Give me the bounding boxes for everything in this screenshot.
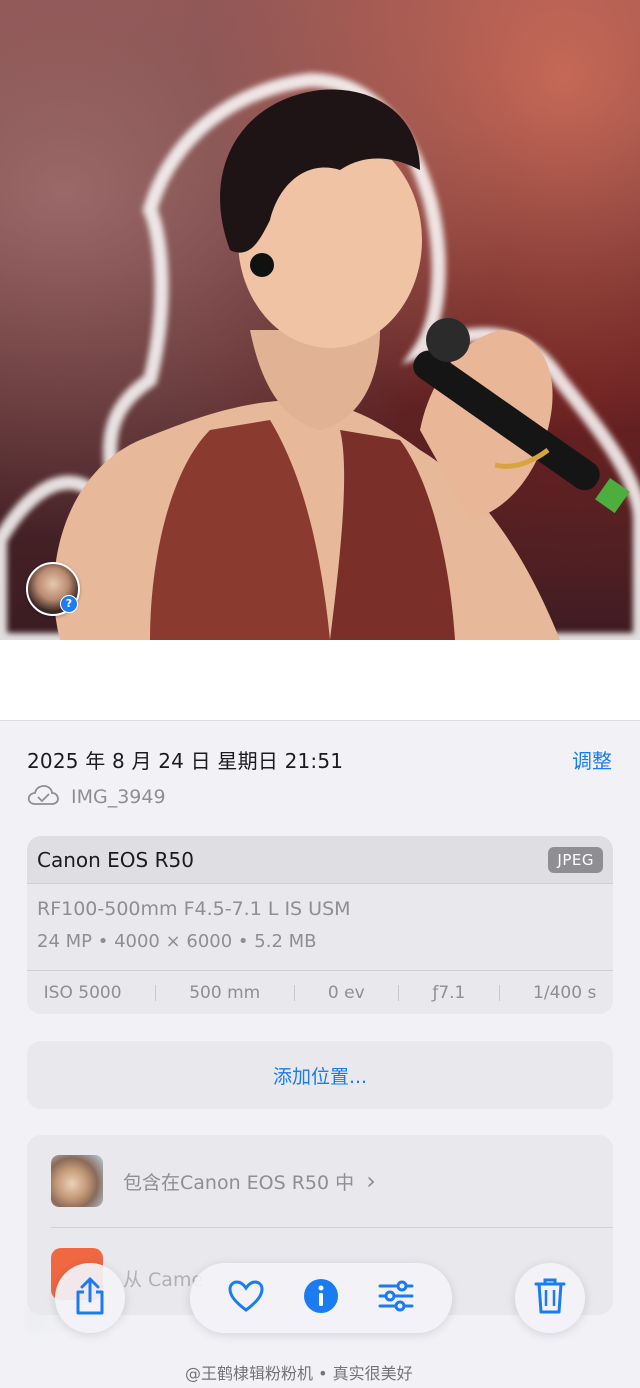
camera-header: Canon EOS R50 JPEG — [27, 836, 613, 884]
camera-name: Canon EOS R50 — [37, 847, 194, 872]
share-icon — [73, 1277, 107, 1319]
photo[interactable]: ? — [0, 0, 640, 640]
icloud-icon — [27, 784, 59, 811]
delete-button[interactable] — [515, 1263, 585, 1333]
camera-info-card: Canon EOS R50 JPEG RF100-500mm F4.5-7.1 … — [27, 836, 613, 1014]
trash-icon — [534, 1277, 566, 1319]
lens-name: RF100-500mm F4.5-7.1 L IS USM — [37, 898, 351, 920]
format-badge: JPEG — [548, 846, 603, 873]
image-specs: 24 MP • 4000 × 6000 • 5.2 MB — [37, 931, 317, 952]
exif-focal: 500 mm — [189, 983, 261, 1003]
info-button[interactable] — [297, 1274, 345, 1322]
toolbar-group — [190, 1263, 452, 1333]
exif-iso: ISO 5000 — [43, 983, 122, 1003]
divider — [154, 985, 156, 1001]
divider — [397, 985, 399, 1001]
chevron-right-icon: › — [366, 1167, 376, 1195]
exif-row: ISO 5000 500 mm 0 ev ƒ7.1 1/400 s — [27, 970, 613, 1014]
sliders-icon — [378, 1280, 414, 1316]
share-button[interactable] — [55, 1263, 125, 1333]
album-thumbnail — [51, 1155, 103, 1207]
album-included-text: 包含在Canon EOS R50 中 — [123, 1172, 355, 1194]
heart-icon — [228, 1280, 264, 1316]
filename: IMG_3949 — [71, 786, 166, 808]
favorite-button[interactable] — [222, 1274, 270, 1322]
info-icon — [303, 1278, 339, 1318]
divider — [293, 985, 295, 1001]
add-location-button[interactable]: 添加位置... — [27, 1041, 613, 1109]
question-icon[interactable]: ? — [60, 595, 78, 613]
exif-ev: 0 ev — [327, 983, 365, 1003]
filename-row: IMG_3949 — [27, 783, 166, 811]
album-label: 包含在Canon EOS R50 中 › — [123, 1167, 376, 1195]
exif-shutter: 1/400 s — [533, 983, 597, 1003]
adjust-date-button[interactable]: 调整 — [572, 745, 612, 774]
caption-area[interactable] — [0, 640, 640, 1334]
divider — [498, 985, 500, 1001]
photo-datetime: 2025 年 8 月 24 日 星期日 21:51 — [27, 749, 344, 773]
photo-illustration — [0, 72, 640, 640]
divider — [51, 1227, 613, 1228]
exif-aperture: ƒ7.1 — [432, 983, 466, 1003]
edit-button[interactable] — [372, 1274, 420, 1322]
weibo-watermark: @王鹤棣辑粉粉机 • 真实很美好 — [185, 1364, 413, 1383]
album-row[interactable]: 包含在Canon EOS R50 中 › — [51, 1155, 376, 1207]
